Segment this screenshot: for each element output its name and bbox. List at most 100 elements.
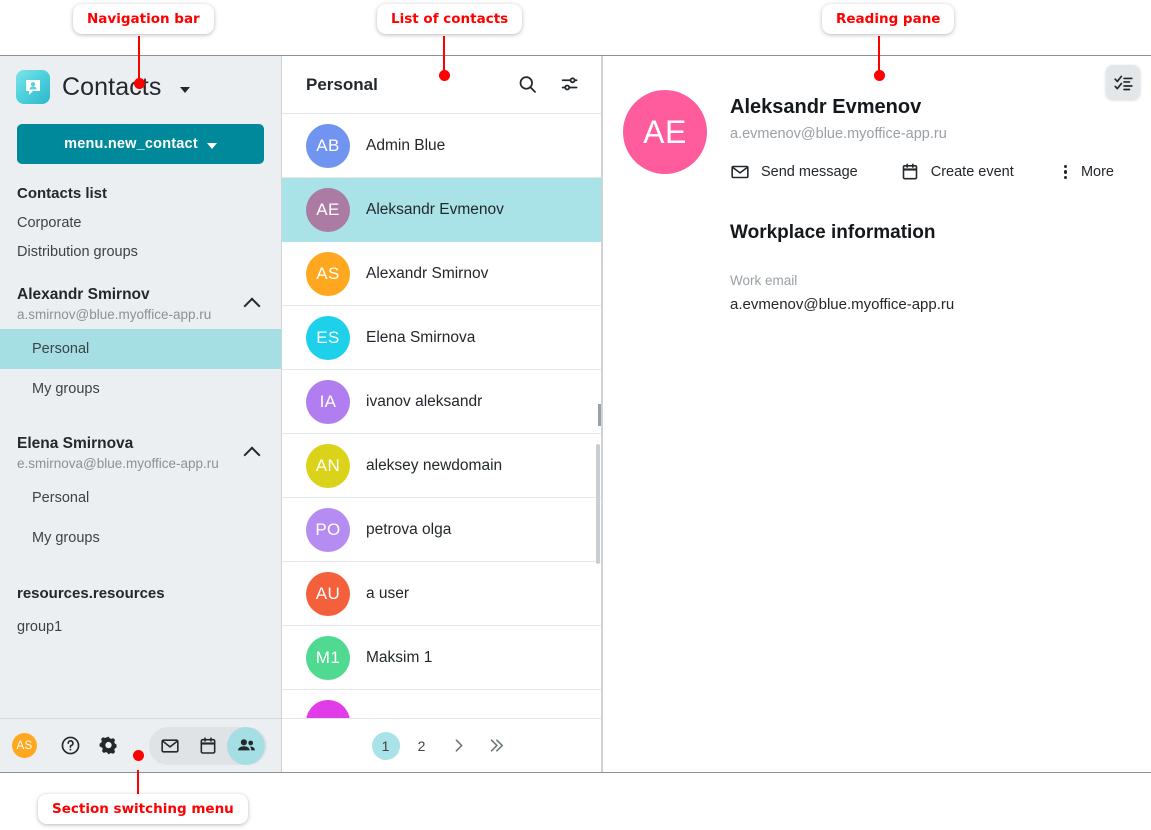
contacts-list-heading: Contacts list [17,185,108,202]
contacts-rows: AB Admin Blue AE Aleksandr Evmenov AS Al… [282,114,601,718]
reading-pane: AE Aleksandr Evmenov a.evmenov@blue.myof… [603,56,1151,772]
contact-row-5[interactable]: AN aleksey newdomain [282,434,601,498]
contact-row-0[interactable]: AB Admin Blue [282,114,601,178]
contact-name: Aleksandr Evmenov [366,200,504,218]
more-button[interactable]: More [1056,164,1114,180]
work-email-label: Work email [730,273,798,288]
contact-name: aleksey newdomain [366,456,503,474]
chevron-up-icon[interactable] [246,446,259,459]
sidebar-item-distribution-groups[interactable]: Distribution groups [0,231,281,260]
contact-name: Elena Smirnova [366,328,476,346]
avatar: PO [306,507,350,552]
work-email-value: a.evmenov@blue.myoffice-app.ru [730,296,955,313]
annotation-reading-pane: Reading pane [822,4,955,34]
section-tab-contacts[interactable] [227,726,265,765]
section-tab-calendar[interactable] [189,727,227,765]
sidebar-item-personal-smirnov[interactable]: Personal [0,329,281,369]
annotation-label: Section switching menu [52,801,234,817]
annotation-label: List of contacts [391,11,509,27]
annotation-anchor-dot [874,70,885,81]
contact-name: a user [366,584,410,602]
pagination-page-1[interactable]: 1 [371,731,400,760]
new-contact-button[interactable]: menu.new_contact [17,124,264,164]
section-switching-menu: AS [0,718,281,772]
annotation-list-of-contacts: List of contacts [377,4,523,34]
avatar: M1 [306,635,350,680]
contact-name: Maksim 1 [366,648,433,666]
contact-row-2[interactable]: AS Alexandr Smirnov [282,242,601,306]
app-window: Contacts menu.new_contact Contacts list … [0,55,1151,773]
avatar: AN [306,443,350,488]
sidebar-item-personal-smirnova[interactable]: Personal [0,478,281,518]
avatar: AE [623,90,707,174]
sidebar-item-group1[interactable]: group1 [0,602,281,635]
annotation-leader-line [138,36,140,82]
annotation-label: Reading pane [836,11,941,27]
annotation-navigation-bar: Navigation bar [73,4,214,34]
navigation-sidebar: Contacts menu.new_contact Contacts list … [0,56,282,772]
chevron-up-icon[interactable] [246,297,259,310]
chevron-down-icon [206,142,217,149]
send-message-button[interactable]: Send message [730,162,858,182]
avatar: IA [306,379,350,424]
account-name: Elena Smirnova [17,435,134,452]
annotation-anchor-dot [133,750,144,761]
chevron-down-icon[interactable] [180,87,191,93]
filter-sliders-icon[interactable] [560,74,581,95]
sidebar-item-my-groups-smirnov[interactable]: My groups [0,369,281,409]
contact-row-9-partial[interactable] [282,690,601,718]
avatar: AU [306,571,350,616]
contact-row-3[interactable]: ES Elena Smirnova [282,306,601,370]
checklist-icon[interactable] [1106,65,1140,99]
contacts-list-title: Personal [306,74,378,94]
contact-row-1[interactable]: AE Aleksandr Evmenov [282,178,601,242]
annotation-anchor-dot [134,78,145,89]
avatar[interactable]: AS [12,733,37,758]
contact-name: Alexandr Smirnov [366,264,489,282]
create-event-label: Create event [930,164,1014,180]
pagination-page-2[interactable]: 2 [408,732,436,760]
annotation-anchor-dot [439,70,450,81]
contact-email: a.evmenov@blue.myoffice-app.ru [730,126,947,142]
contact-row-7[interactable]: AU a user [282,562,601,626]
section-tab-mail[interactable] [151,727,189,765]
sidebar-item-corporate[interactable]: Corporate [0,202,281,231]
contact-name: ivanov aleksandr [366,392,483,410]
contact-header: AE Aleksandr Evmenov a.evmenov@blue.myof… [603,90,1151,182]
new-contact-button-label: menu.new_contact [64,136,198,152]
gear-icon[interactable] [89,727,127,765]
send-message-label: Send message [761,164,858,180]
envelope-icon [731,165,749,179]
contacts-app-logo-icon [16,70,50,104]
account-email: a.smirnov@blue.myoffice-app.ru [17,307,212,322]
avatar: AB [306,123,350,168]
annotation-leader-line [137,770,139,795]
contact-name: Admin Blue [366,136,446,154]
sidebar-item-my-groups-smirnova[interactable]: My groups [0,518,281,558]
more-label: More [1080,164,1114,180]
contact-row-4[interactable]: IA ivanov aleksandr [282,370,601,434]
pagination: 1 2 [282,718,601,772]
search-icon[interactable] [517,74,538,95]
contacts-list-pane: Personal AB Admin Blue AE Aleksandr Evme… [282,56,602,772]
contact-actions: Send message Create event More [730,162,1114,182]
chevron-double-right-icon[interactable] [482,732,512,760]
contacts-list-header-actions [517,74,581,95]
contact-row-8[interactable]: M1 Maksim 1 [282,626,601,690]
contact-name: petrova olga [366,520,452,538]
account-email: e.smirnova@blue.myoffice-app.ru [17,456,219,471]
sidebar-scroll-area: Contacts menu.new_contact Contacts list … [0,56,281,718]
create-event-button[interactable]: Create event [900,162,1014,182]
chevron-right-icon[interactable] [444,732,474,760]
list-scrollbar[interactable] [596,444,600,564]
avatar [306,699,350,718]
contact-row-6[interactable]: PO petrova olga [282,498,601,562]
contact-summary: Aleksandr Evmenov a.evmenov@blue.myoffic… [730,90,1114,182]
help-circle-icon[interactable] [51,727,89,765]
workplace-information-heading: Workplace information [730,222,936,243]
contacts-list-header: Personal [282,56,601,114]
more-vertical-icon [1063,164,1067,180]
account-group-elena-smirnova: Elena Smirnova e.smirnova@blue.myoffice-… [0,433,281,558]
account-group-alexandr-smirnov: Alexandr Smirnov a.smirnov@blue.myoffice… [0,284,281,409]
calendar-icon [902,163,918,180]
